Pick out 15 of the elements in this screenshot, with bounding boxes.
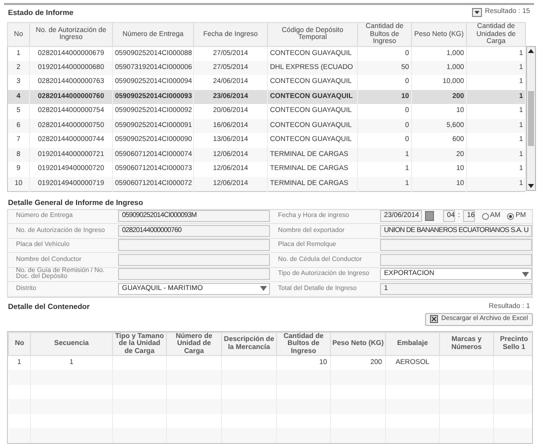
scrollbar[interactable] [526, 46, 536, 191]
input-field[interactable] [118, 268, 270, 280]
caret-icon [260, 286, 267, 292]
spreadsheet-icon [430, 315, 438, 323]
collapse-icon[interactable] [472, 8, 482, 17]
input-field[interactable] [380, 254, 532, 266]
input-field[interactable] [118, 254, 270, 266]
radio-button[interactable] [507, 212, 514, 220]
scroll-down-icon[interactable] [527, 182, 535, 190]
calendar-icon[interactable] [425, 211, 434, 222]
input-field[interactable] [380, 239, 532, 252]
caret-icon [522, 272, 529, 277]
input-field[interactable] [118, 239, 270, 252]
scroll-up-icon[interactable] [527, 47, 535, 55]
radio-button[interactable] [482, 212, 489, 220]
